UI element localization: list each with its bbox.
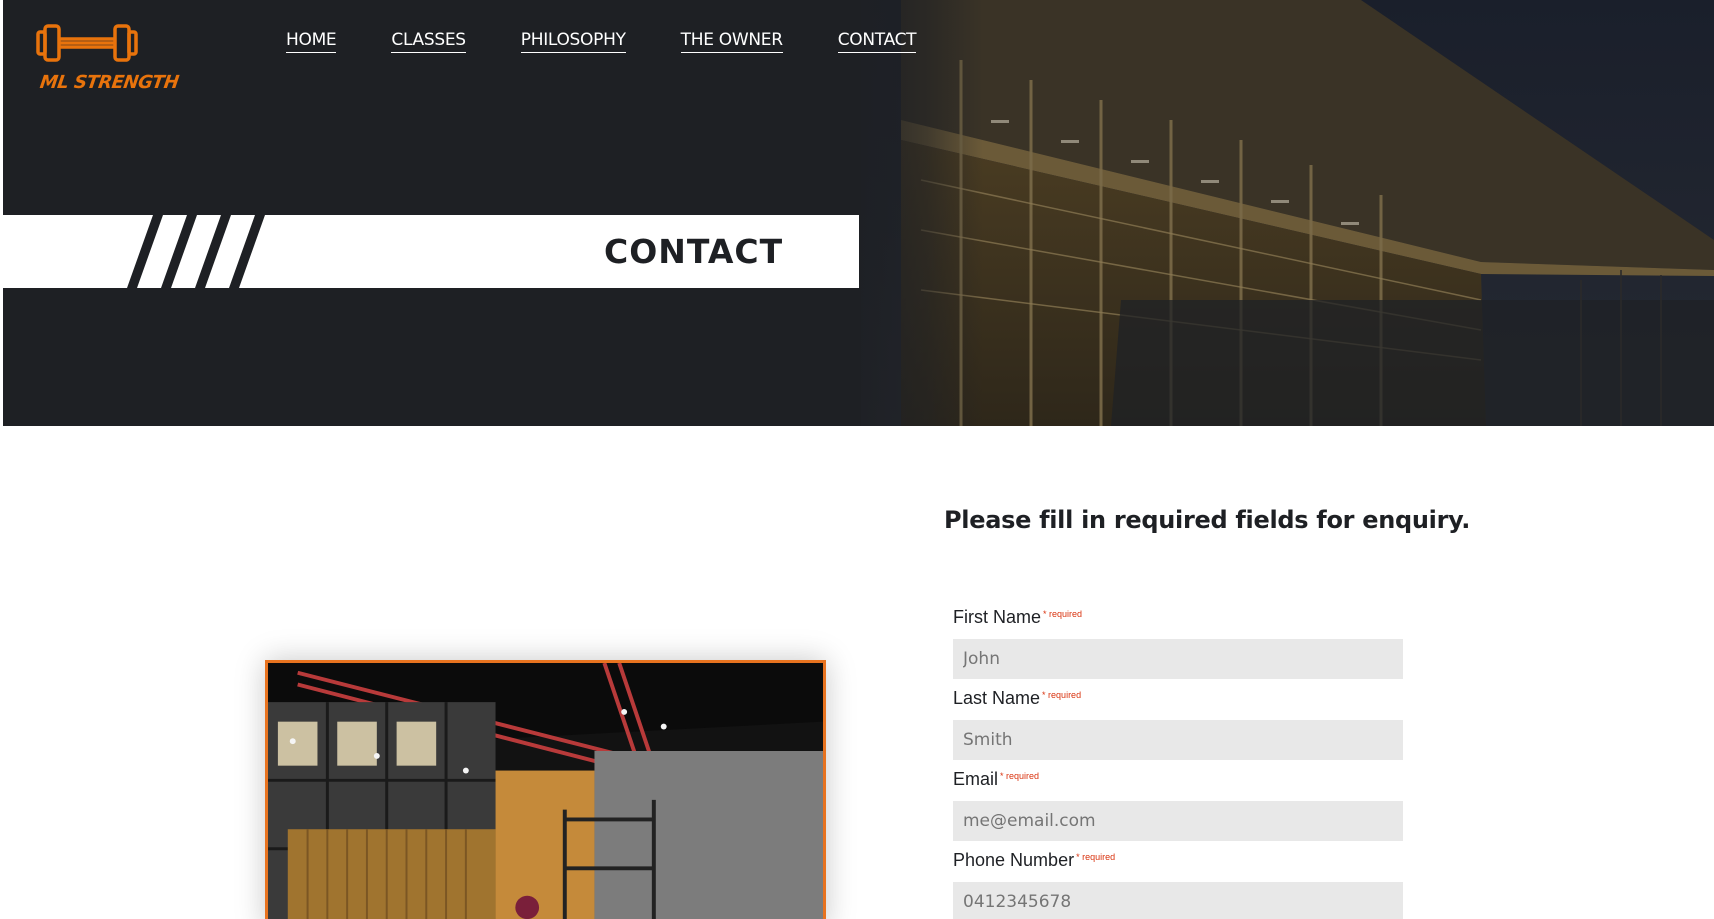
email-label: Email * required [953, 769, 1040, 789]
nav-classes[interactable]: CLASSES [391, 30, 466, 53]
required-marker: * required [1000, 771, 1040, 781]
first-name-label: First Name * required [953, 607, 1083, 627]
email-input[interactable] [953, 801, 1403, 841]
brand-logo[interactable]: ML STRENGTH [35, 18, 180, 100]
page-title: CONTACT [604, 232, 784, 271]
hero-fade [843, 0, 983, 426]
main-nav: HOME CLASSES PHILOSOPHY THE OWNER CONTAC… [286, 30, 971, 53]
phone-number-input[interactable] [953, 882, 1403, 919]
gym-interior-photo [265, 660, 826, 919]
slash-stripes-decoration [127, 215, 265, 288]
last-name-input[interactable] [953, 720, 1403, 760]
building-night-photo [861, 0, 1714, 426]
dumbbell-icon [36, 24, 138, 62]
nav-philosophy[interactable]: PHILOSOPHY [520, 30, 626, 53]
phone-field-group: Phone Number * required [953, 848, 1405, 919]
form-heading: Please fill in required fields for enqui… [944, 506, 1471, 534]
nav-contact[interactable]: CONTACT [837, 30, 917, 53]
brand-name: ML STRENGTH [38, 72, 180, 93]
required-marker: * required [1043, 609, 1083, 619]
first-name-input[interactable] [953, 639, 1403, 679]
phone-number-label: Phone Number * required [953, 850, 1116, 870]
email-field-group: Email * required [953, 767, 1405, 841]
page-title-band: CONTACT [3, 215, 859, 288]
nav-the-owner[interactable]: THE OWNER [680, 30, 783, 53]
required-marker: * required [1076, 852, 1116, 862]
last-name-label: Last Name * required [953, 688, 1082, 708]
first-name-field-group: First Name * required [953, 605, 1405, 679]
required-marker: * required [1042, 690, 1082, 700]
last-name-field-group: Last Name * required [953, 686, 1405, 760]
hero-banner: ML STRENGTH HOME CLASSES PHILOSOPHY THE … [3, 0, 1714, 426]
nav-home[interactable]: HOME [286, 30, 337, 53]
